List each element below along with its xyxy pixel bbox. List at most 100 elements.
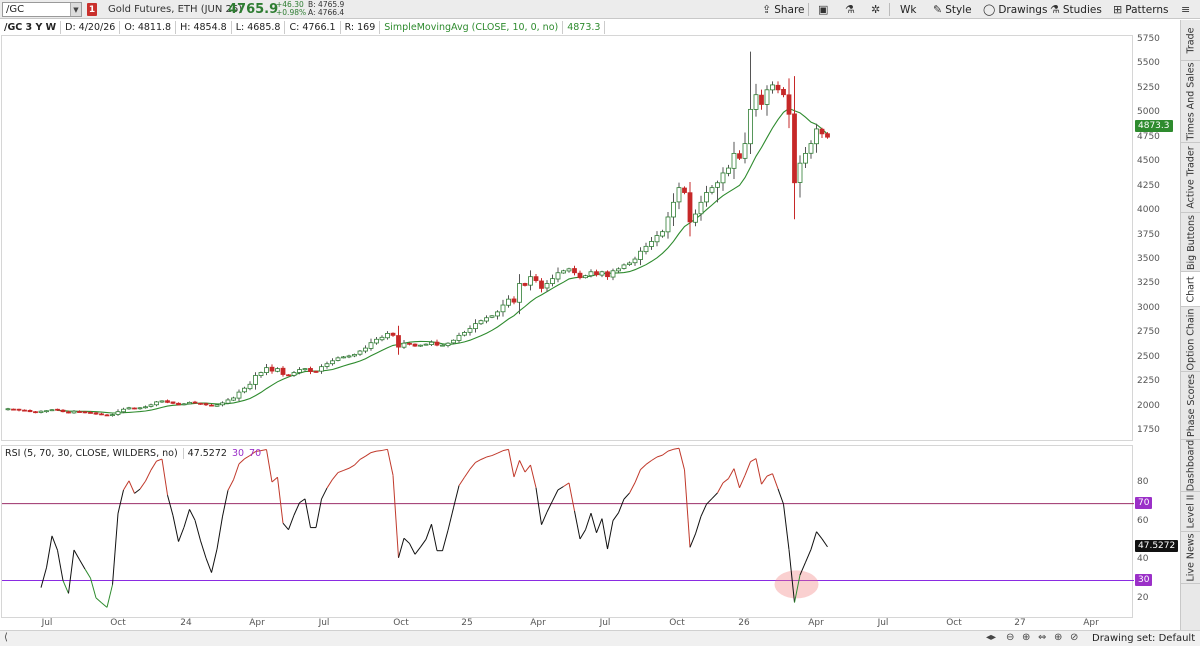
candle-body <box>385 333 390 339</box>
rsi-segment <box>150 460 157 471</box>
candle-body <box>748 108 753 145</box>
candle-body <box>110 414 115 417</box>
candle <box>748 51 753 155</box>
candle <box>126 406 132 410</box>
candle <box>242 386 247 394</box>
chart-settings-button[interactable]: ▣ <box>818 2 828 17</box>
sidebar-tab-live-news[interactable]: Live News <box>1181 532 1200 584</box>
candle-body <box>665 216 671 233</box>
sidebar-tab-times-and-sales[interactable]: Times And Sales <box>1181 61 1200 143</box>
candle <box>467 325 473 336</box>
zoom-in-icon[interactable]: ⊕ <box>1022 632 1030 643</box>
zoom-icon[interactable]: ⊘ <box>1070 632 1078 643</box>
candle <box>517 274 522 315</box>
collapse-icon[interactable]: ⟨ <box>4 632 8 643</box>
candle <box>423 343 429 346</box>
rsi-segment <box>431 524 438 551</box>
fit-horizontal-icon[interactable]: ⇔ <box>1038 632 1046 643</box>
symbol-period: /GC 3 Y W <box>0 20 62 34</box>
candle-body <box>605 271 610 278</box>
candle-body <box>451 339 456 344</box>
candle-body <box>143 406 148 409</box>
price-chart-pane[interactable] <box>1 35 1133 441</box>
candle-body <box>511 298 517 303</box>
sidebar-tab-dashboard[interactable]: Dashboard <box>1181 440 1200 492</box>
lab-button[interactable]: ⚗ <box>845 2 855 17</box>
candle-body <box>786 94 792 115</box>
candle-body <box>154 401 159 406</box>
sma-price-badge: 4873.3 <box>1135 119 1173 132</box>
candle-body <box>407 342 412 345</box>
hamburger-icon: ≡ <box>1181 3 1191 16</box>
candle-body <box>693 213 698 223</box>
share-button[interactable]: ⇪ Share <box>762 2 805 17</box>
rsi-segment <box>277 477 284 524</box>
rsi-segment <box>491 452 498 457</box>
rsi-segment <box>442 530 449 551</box>
period-button[interactable]: Wk <box>900 2 916 17</box>
candle <box>209 403 214 407</box>
rsi-segment <box>387 449 394 476</box>
sma-study-label[interactable]: SimpleMovingAvg (CLOSE, 10, 0, no) <box>380 20 564 34</box>
candle <box>55 408 60 412</box>
candle-body <box>594 271 599 276</box>
studies-button[interactable]: ⚗ Studies <box>1050 2 1102 17</box>
sidebar-tab-option-chain[interactable]: Option Chain <box>1181 307 1200 372</box>
flag-badge[interactable]: 1 <box>87 3 97 16</box>
candle-body <box>401 342 407 348</box>
rsi-chart[interactable] <box>2 446 1134 619</box>
candle <box>77 410 82 413</box>
sidebar-tab-active-trader[interactable]: Active Trader <box>1181 143 1200 213</box>
sidebar-tab-big-buttons[interactable]: Big Buttons <box>1181 213 1200 272</box>
rsi-axis: 80 60 40 20 70 47.5272 30 <box>1134 445 1180 618</box>
zoom-out-icon[interactable]: ⊖ <box>1006 632 1014 643</box>
sidebar-tab-chart[interactable]: Chart <box>1181 272 1200 307</box>
sidebar-tab-level-ii[interactable]: Level II <box>1181 492 1200 532</box>
bar-date: D: 4/20/26 <box>61 20 121 34</box>
candle-body <box>346 355 352 358</box>
price-axis-label: 5750 <box>1137 33 1160 44</box>
symbol-selector[interactable]: /GC ▼ <box>2 2 82 17</box>
crosshair-icon[interactable]: ⊕ <box>1054 632 1062 643</box>
rsi-segment <box>95 597 102 604</box>
drawings-button[interactable]: ◯ Drawings <box>983 2 1047 17</box>
rsi-segment <box>304 498 311 528</box>
candle <box>478 319 484 325</box>
candle-body <box>198 402 203 405</box>
candle-body <box>313 370 319 373</box>
studies-label: Studies <box>1062 3 1102 16</box>
settings-button[interactable]: ✲ <box>871 2 880 17</box>
drawing-set-selector[interactable]: Drawing set: Default <box>1092 633 1195 644</box>
time-axis-label: Apr <box>530 618 546 628</box>
rsi-study-label[interactable]: RSI (5, 70, 30, CLOSE, WILDERS, no) <box>5 448 178 459</box>
sidebar-tab-phase-scores[interactable]: Phase Scores <box>1181 372 1200 440</box>
style-button[interactable]: ✎ Style <box>933 2 972 17</box>
patterns-button[interactable]: ⊞ Patterns <box>1113 2 1168 17</box>
candle-body <box>176 402 181 406</box>
candle <box>44 410 49 413</box>
candle <box>654 231 660 247</box>
candle-body <box>115 411 121 415</box>
rsi-segment <box>112 513 119 585</box>
rsi-segment <box>57 550 64 581</box>
candle-body <box>825 133 830 138</box>
candle <box>610 268 616 281</box>
price-chart[interactable] <box>2 36 1134 442</box>
rsi-segment <box>464 468 471 478</box>
rsi-chart-pane[interactable] <box>1 445 1134 619</box>
rsi-segment <box>46 535 53 568</box>
symbol-input[interactable]: /GC <box>3 4 70 15</box>
sidebar-tab-label: Dashboard <box>1185 439 1197 492</box>
period-label: Wk <box>900 3 917 16</box>
candle-body <box>209 404 214 407</box>
candle-body <box>225 399 231 404</box>
sidebar-tab-label: Level II <box>1185 494 1197 529</box>
menu-button[interactable]: ≡ <box>1181 2 1190 17</box>
rsi-segment <box>376 449 383 452</box>
chevron-down-icon[interactable]: ▼ <box>70 3 81 16</box>
scroll-arrows-icon[interactable]: ◂▸ <box>986 632 996 643</box>
candle <box>709 184 715 195</box>
candle <box>550 274 555 287</box>
sidebar-tab-trade[interactable]: Trade <box>1181 20 1200 61</box>
rsi-segment <box>354 459 361 466</box>
